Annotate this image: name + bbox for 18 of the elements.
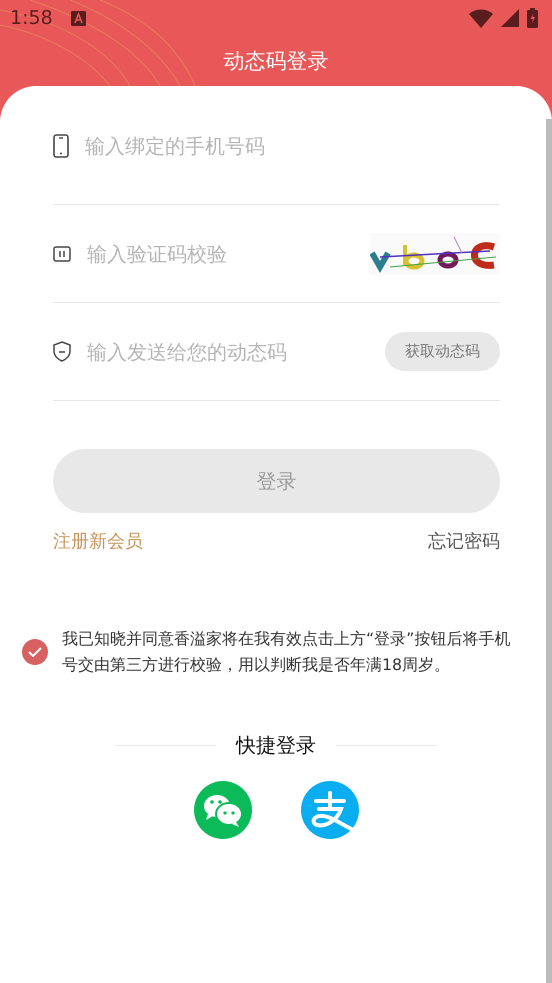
page-title: 动态码登录 — [224, 48, 328, 75]
captcha-field[interactable]: 输入验证码校验 — [87, 242, 354, 266]
phone-field[interactable]: 输入绑定的手机号码 — [85, 134, 500, 158]
wifi-icon — [469, 8, 493, 28]
payment-login-button[interactable] — [300, 781, 358, 839]
status-time: 1:58 — [10, 7, 53, 29]
agreement-text: 我已知晓并同意香溢家将在我有效点击上方“登录”按钮后将手机号交由第三方进行校验，用以判断我是否年满18周岁。 — [62, 628, 512, 676]
check-icon — [28, 647, 42, 657]
battery-icon — [527, 8, 538, 28]
forgot-password-link[interactable]: 忘记密码 — [428, 529, 500, 553]
code-field[interactable]: 输入发送给您的动态码 — [87, 340, 369, 364]
shield-icon — [53, 341, 71, 362]
register-link[interactable]: 注册新会员 — [53, 529, 143, 553]
phone-icon — [53, 134, 69, 158]
get-code-button[interactable]: 获取动态码 — [385, 332, 500, 371]
chat-login-button[interactable] — [194, 781, 252, 839]
signal-icon — [501, 9, 519, 27]
quick-login-title: 快捷登录 — [236, 732, 316, 759]
